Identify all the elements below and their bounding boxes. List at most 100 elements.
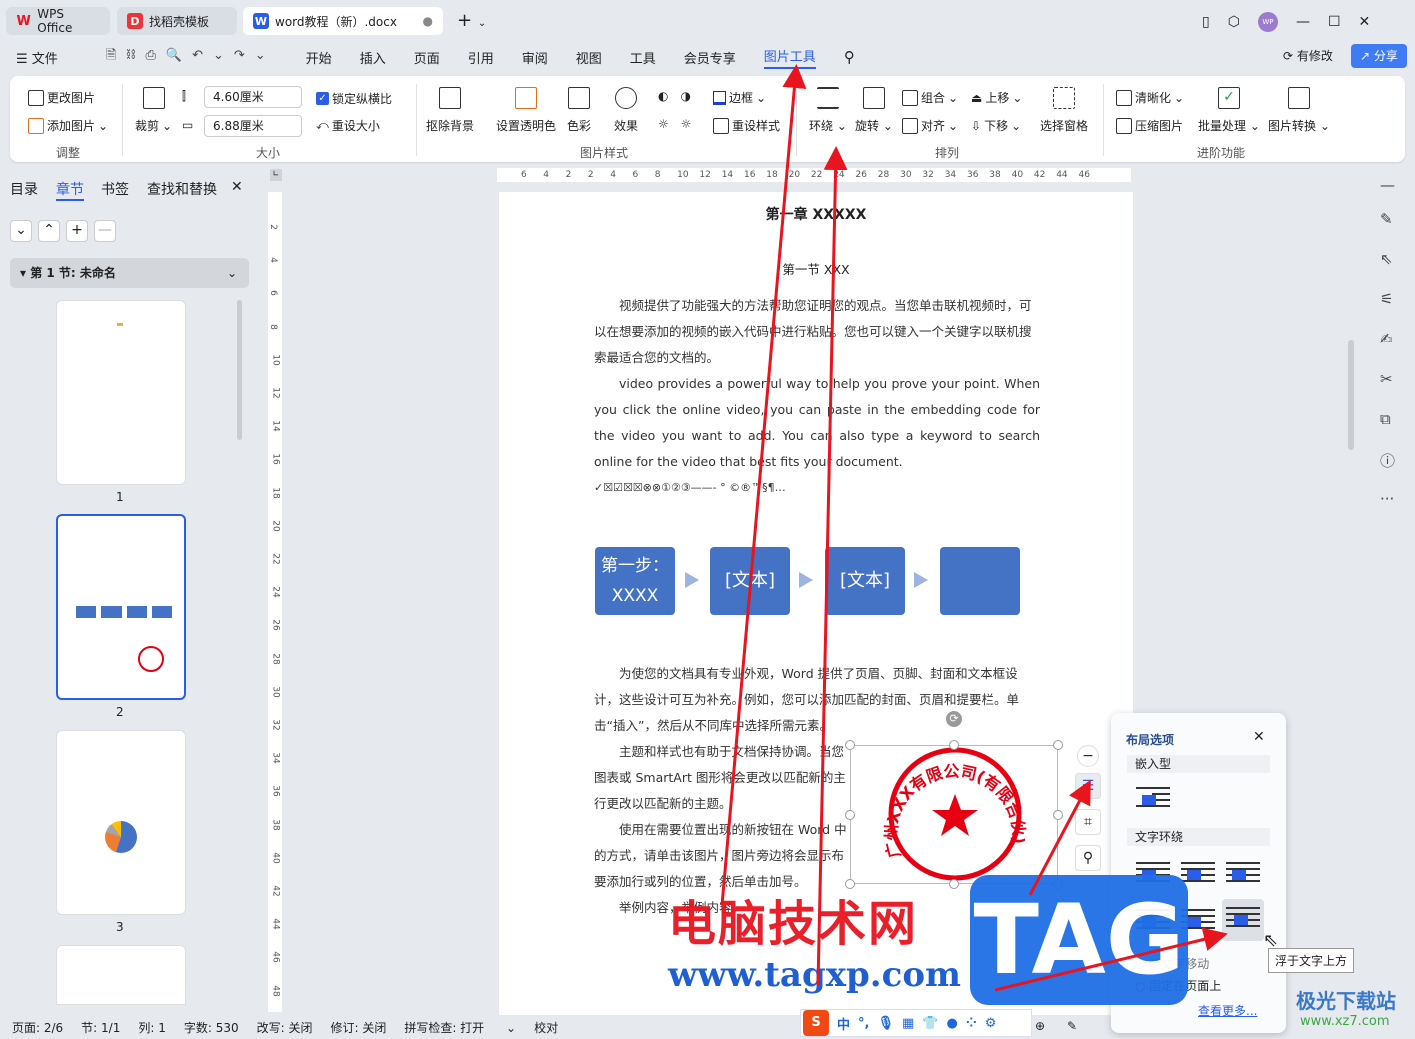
menu-file[interactable]: ☰ 文件 [16,48,86,67]
select-cursor-icon[interactable]: ⇖ [1380,250,1393,268]
resize-handle[interactable] [949,879,959,889]
resize-handle[interactable] [845,740,855,750]
align-button[interactable]: 对齐 ⌄ [902,117,958,134]
process-step-1[interactable]: 第一步：XXXX [595,547,675,615]
wrap-button[interactable]: 环绕 ⌄ [809,87,847,134]
resize-handle[interactable] [1053,740,1063,750]
in-front-of-text-icon[interactable] [1222,899,1264,941]
reset-size-button[interactable]: ⤺ 重设大小 [316,117,380,134]
width-input[interactable]: 6.88厘米 [204,115,302,137]
menu-review[interactable]: 审阅 [522,48,548,67]
zoom-image-icon[interactable]: ⚲ [1075,845,1101,871]
page-thumbnail-1[interactable] [56,300,186,485]
brightness-down-icon[interactable]: ☼ [681,117,692,131]
menu-page[interactable]: 页面 [414,48,440,67]
page-thumbnail-4[interactable] [56,945,186,1005]
collapse-icon[interactable]: − [1077,745,1099,767]
tab-template[interactable]: D 找稻壳模板 [117,7,237,35]
brightness-up-icon[interactable]: ☼ [658,117,669,131]
menu-vip[interactable]: 会员专享 [684,48,736,67]
ruler-corner[interactable]: ∟ [270,169,282,181]
pen-status-icon[interactable]: ✎ [1067,1019,1077,1033]
document-scrollbar[interactable] [1348,340,1354,450]
page-thumbnail-2[interactable] [56,514,186,700]
crop-tool-icon[interactable]: ⌗ [1075,809,1101,835]
resize-handle[interactable] [845,810,855,820]
minimize-button[interactable]: — [1296,14,1310,30]
share-button[interactable]: ↗ 分享 [1351,44,1407,68]
tab-wps-office[interactable]: W WPS Office [6,7,110,35]
set-transparent-button[interactable]: 设置透明色 [496,87,556,134]
process-step-2[interactable]: [文本] [710,547,790,615]
pen-icon[interactable]: ✎ [1380,210,1393,228]
collapse-sidebar-icon[interactable]: — [1380,176,1395,194]
remove-background-button[interactable]: 抠除背景 [426,87,474,134]
menu-tools[interactable]: 工具 [630,48,656,67]
status-overtype[interactable]: 改写: 关闭 [257,1019,313,1036]
layout-options-icon[interactable]: ☰ [1075,773,1101,799]
send-backward-button[interactable]: ⇩ 下移 ⌄ [971,117,1021,134]
compress-button[interactable]: 压缩图片 [1116,117,1183,134]
status-spellcheck[interactable]: 拼写检查: 打开 ⌄ [404,1019,516,1036]
move-down-button[interactable]: ⌄ [10,220,32,242]
menu-home[interactable]: 开始 [306,48,332,67]
cube-icon[interactable]: ⬡ [1228,14,1240,30]
batch-button[interactable]: ✓ 批量处理 ⌄ [1198,87,1260,134]
crop-button[interactable]: 裁剪 ⌄ [135,117,172,134]
globe-icon[interactable]: ⊕ [1035,1019,1045,1033]
avatar[interactable]: WP [1257,12,1278,32]
tablet-icon[interactable]: ▯ [1202,14,1210,30]
close-popup-icon[interactable]: ✕ [1253,729,1265,745]
add-picture-button[interactable]: 添加图片 ⌄ [28,117,108,134]
height-input[interactable]: 4.60厘米 [204,86,302,108]
selected-image[interactable]: 广州XXX有限公司(有限合伙) [850,745,1058,884]
crop-icon[interactable] [143,87,165,109]
move-up-button[interactable]: ⌃ [38,220,60,242]
lock-ratio-checkbox[interactable]: ✓ 锁定纵横比 [316,90,392,107]
tools-icon[interactable]: ✂ [1380,370,1393,388]
menu-insert[interactable]: 插入 [360,48,386,67]
reset-style-button[interactable]: 重设样式 [713,117,780,134]
change-picture-button[interactable]: 更改图片 [28,89,95,106]
status-page[interactable]: 页面: 2/6 [12,1019,63,1036]
tab-find-replace[interactable]: 查找和替换 [147,179,217,199]
status-proofread[interactable]: 校对 [534,1019,558,1036]
process-step-4[interactable] [940,547,1020,615]
close-panel-icon[interactable]: ✕ [231,179,243,195]
border-button[interactable]: 边框 ⌄ [713,89,766,106]
ime-toolbar[interactable]: S 中 °, 🎙 ▦ 👕 ● ⁘ ⚙ [800,1009,1032,1037]
menu-picture-tools[interactable]: 图片工具 [763,46,816,69]
selection-pane-button[interactable]: 选择窗格 [1040,87,1088,134]
menu-reference[interactable]: 引用 [468,48,494,67]
horizontal-ruler[interactable]: 6 4 2 2 4 6 8 10 12 14 16 18 20 22 24 26 28 30 32 34 36 38 40 4… [497,168,1131,182]
book-search-icon[interactable]: ⧉ [1380,410,1391,428]
search-icon[interactable]: ⚲ [844,48,855,66]
resize-handle[interactable] [1053,810,1063,820]
close-button[interactable]: ✕ [1359,14,1371,30]
status-revision[interactable]: 修订: 关闭 [330,1019,386,1036]
tab-document[interactable]: Wword教程（新）.docx ● [243,7,443,35]
help-icon[interactable]: ⓘ [1380,450,1395,471]
page-thumbnail-3[interactable] [56,730,186,915]
section-item[interactable]: ▾ 第 1 节: 未命名 ⌄ [10,258,249,288]
modified-status[interactable]: ⟳ 有修改 [1283,47,1333,64]
menu-view[interactable]: 视图 [576,48,602,67]
rotate-button[interactable]: 旋转 ⌄ [855,87,893,134]
more-icon[interactable]: ··· [1380,490,1394,508]
wrap-inline-icon[interactable] [1136,783,1170,817]
new-tab-button[interactable]: + ⌄ [457,10,486,31]
wrap-top-bottom-icon[interactable] [1226,858,1260,892]
add-section-button[interactable]: + [66,220,88,242]
tab-toc[interactable]: 目录 [10,179,38,199]
process-step-3[interactable]: [文本] [825,547,905,615]
combine-button[interactable]: 组合 ⌄ [902,89,958,106]
clarify-button[interactable]: 清晰化 ⌄ [1116,89,1184,106]
bring-forward-button[interactable]: ⏏ 上移 ⌄ [971,89,1022,106]
tab-bookmarks[interactable]: 书签 [101,179,129,199]
remove-section-button[interactable]: — [94,220,116,242]
vertical-ruler[interactable]: 2 4 6 8 10 12 14 16 18 20 22 24 26 28 30 32 34 36 38 40 42 44… [268,192,282,1012]
status-section[interactable]: 节: 1/1 [81,1019,120,1036]
maximize-button[interactable]: ☐ [1328,14,1341,30]
status-word-count[interactable]: 字数: 530 [184,1019,239,1036]
quick-toolbar[interactable]: 🗎⛓⎙🔍↶⌄↷⌄ [106,46,276,68]
